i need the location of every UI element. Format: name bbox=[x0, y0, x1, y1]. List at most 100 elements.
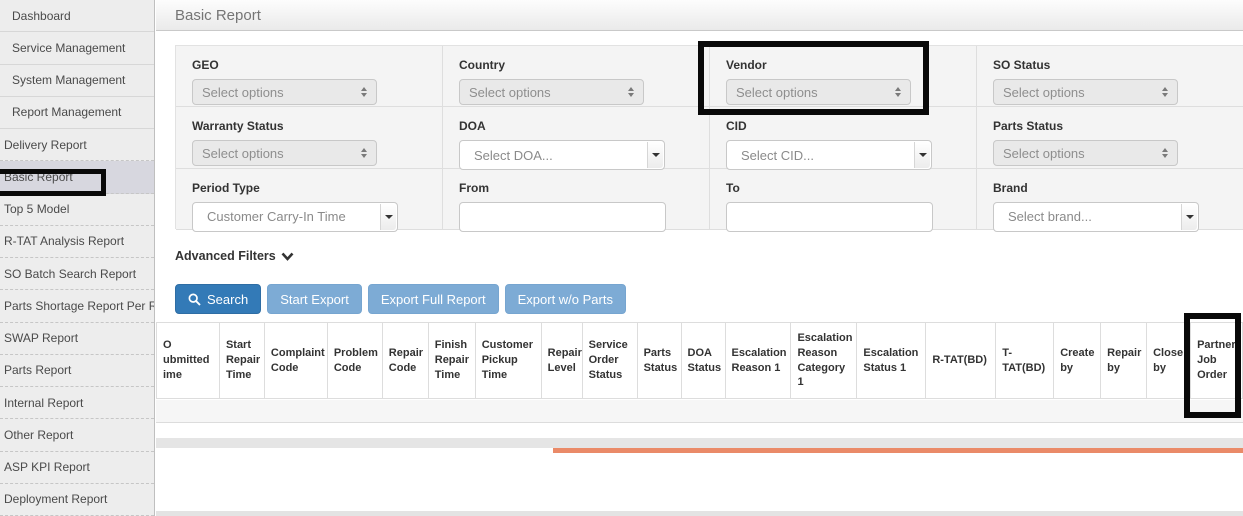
table-empty-row bbox=[156, 400, 1243, 423]
parts-status-multiselect[interactable]: Select options bbox=[993, 140, 1178, 166]
country-label: Country bbox=[459, 58, 709, 72]
horizontal-scrollbar-thumb[interactable] bbox=[553, 448, 1243, 453]
country-multiselect-value: Select options bbox=[469, 85, 551, 100]
updown-caret-icon bbox=[361, 87, 367, 97]
col-header-so-submitted-time[interactable]: O ubmitted ime bbox=[156, 323, 219, 398]
filter-cell-period-type: Period Type Customer Carry-In Time bbox=[176, 169, 443, 230]
export-wo-parts-button[interactable]: Export w/o Parts bbox=[505, 284, 626, 314]
sidebar-item-dashboard[interactable]: Dashboard bbox=[0, 0, 154, 32]
filter-cell-parts-status: Parts Status Select options bbox=[977, 107, 1243, 168]
chevron-down-icon bbox=[281, 252, 294, 261]
from-label: From bbox=[459, 181, 709, 195]
to-date-input[interactable] bbox=[726, 202, 933, 232]
so-status-multiselect-value: Select options bbox=[1003, 85, 1085, 100]
title-bar: Basic Report bbox=[156, 0, 1243, 31]
col-header-service-order-status[interactable]: Service Order Status bbox=[582, 323, 637, 398]
sidebar-item-report-management[interactable]: Report Management bbox=[0, 97, 154, 129]
sidebar-item-service-management[interactable]: Service Management bbox=[0, 32, 154, 64]
page-title: Basic Report bbox=[175, 7, 261, 24]
filter-cell-doa: DOA Select DOA... bbox=[443, 107, 710, 168]
col-header-r-tat-bd[interactable]: R-TAT(BD) bbox=[925, 323, 995, 398]
sidebar-item-parts-shortage-report[interactable]: Parts Shortage Report Per Repa bbox=[0, 290, 154, 322]
col-header-doa-status[interactable]: DOA Status bbox=[681, 323, 725, 398]
filter-cell-brand: Brand Select brand... bbox=[977, 169, 1243, 230]
export-full-report-label: Export Full Report bbox=[381, 292, 486, 307]
col-header-start-repair-time[interactable]: Start Repair Time bbox=[219, 323, 264, 398]
to-label: To bbox=[726, 181, 976, 195]
col-header-problem-code[interactable]: Problem Code bbox=[327, 323, 382, 398]
sidebar-item-parts-report[interactable]: Parts Report bbox=[0, 355, 154, 387]
horizontal-scrollbar-track[interactable] bbox=[156, 438, 1243, 448]
brand-select-value: Select brand... bbox=[1008, 209, 1092, 224]
cid-label: CID bbox=[726, 119, 976, 133]
dropdown-caret-icon bbox=[1181, 204, 1197, 230]
sidebar-item-deployment-report[interactable]: Deployment Report bbox=[0, 484, 154, 516]
so-status-label: SO Status bbox=[993, 58, 1243, 72]
col-header-repair-by[interactable]: Repair by bbox=[1100, 323, 1146, 398]
brand-select[interactable]: Select brand... bbox=[993, 202, 1199, 232]
toolbar: Search Start Export Export Full Report E… bbox=[175, 284, 626, 314]
advanced-filters-label: Advanced Filters bbox=[175, 249, 276, 263]
updown-caret-icon bbox=[1162, 148, 1168, 158]
sidebar-item-system-management[interactable]: System Management bbox=[0, 65, 154, 97]
warranty-status-label: Warranty Status bbox=[192, 119, 442, 133]
filter-cell-from: From bbox=[443, 169, 710, 230]
filter-cell-country: Country Select options bbox=[443, 46, 710, 107]
dropdown-caret-icon bbox=[380, 204, 396, 230]
so-status-multiselect[interactable]: Select options bbox=[993, 79, 1178, 105]
filter-cell-cid: CID Select CID... bbox=[710, 107, 977, 168]
search-button-label: Search bbox=[207, 292, 248, 307]
basic-report-page: Dashboard Service Management System Mana… bbox=[0, 0, 1243, 516]
col-header-repair-code[interactable]: Repair Code bbox=[382, 323, 428, 398]
annotation-rect-vendor bbox=[698, 41, 929, 115]
cid-select-value: Select CID... bbox=[741, 148, 814, 163]
geo-label: GEO bbox=[192, 58, 442, 72]
dropdown-caret-icon bbox=[914, 142, 930, 168]
cid-select[interactable]: Select CID... bbox=[726, 140, 932, 170]
geo-multiselect-value: Select options bbox=[202, 85, 284, 100]
col-header-finish-repair-time[interactable]: Finish Repair Time bbox=[428, 323, 475, 398]
sidebar-item-top-5-model[interactable]: Top 5 Model bbox=[0, 194, 154, 226]
sidebar: Dashboard Service Management System Mana… bbox=[0, 0, 155, 516]
parts-status-label: Parts Status bbox=[993, 119, 1243, 133]
col-header-parts-status[interactable]: Parts Status bbox=[637, 323, 681, 398]
export-full-report-button[interactable]: Export Full Report bbox=[368, 284, 499, 314]
country-multiselect[interactable]: Select options bbox=[459, 79, 644, 105]
search-button[interactable]: Search bbox=[175, 284, 261, 314]
from-date-input[interactable] bbox=[459, 202, 666, 232]
col-header-customer-pickup-time[interactable]: Customer Pickup Time bbox=[475, 323, 541, 398]
col-header-escalation-reason-category-1[interactable]: Escalation Reason Category 1 bbox=[790, 323, 856, 398]
sidebar-item-asp-kpi-report[interactable]: ASP KPI Report bbox=[0, 452, 154, 484]
col-header-complaint-code[interactable]: Complaint Code bbox=[264, 323, 327, 398]
brand-label: Brand bbox=[993, 181, 1243, 195]
sidebar-item-swap-report[interactable]: SWAP Report bbox=[0, 323, 154, 355]
sidebar-item-delivery-report[interactable]: Delivery Report bbox=[0, 129, 154, 161]
col-header-create-by[interactable]: Create by bbox=[1053, 323, 1100, 398]
col-header-escalation-reason-1[interactable]: Escalation Reason 1 bbox=[725, 323, 791, 398]
report-table-header: O ubmitted ime Start Repair Time Complai… bbox=[156, 322, 1243, 399]
filter-cell-to: To bbox=[710, 169, 977, 230]
sidebar-item-other-report[interactable]: Other Report bbox=[0, 419, 154, 451]
sidebar-item-rtat-analysis-report[interactable]: R-TAT Analysis Report bbox=[0, 226, 154, 258]
page-bottom-scrollbar[interactable] bbox=[156, 511, 1243, 516]
doa-label: DOA bbox=[459, 119, 709, 133]
col-header-escalation-status-1[interactable]: Escalation Status 1 bbox=[856, 323, 925, 398]
geo-multiselect[interactable]: Select options bbox=[192, 79, 377, 105]
start-export-label: Start Export bbox=[280, 292, 349, 307]
search-icon bbox=[188, 293, 201, 306]
dropdown-caret-icon bbox=[647, 142, 663, 168]
sidebar-item-so-batch-search-report[interactable]: SO Batch Search Report bbox=[0, 258, 154, 290]
warranty-status-multiselect[interactable]: Select options bbox=[192, 140, 377, 166]
start-export-button[interactable]: Start Export bbox=[267, 284, 362, 314]
sidebar-item-internal-report[interactable]: Internal Report bbox=[0, 387, 154, 419]
updown-caret-icon bbox=[361, 148, 367, 158]
annotation-rect-partner-job-order bbox=[1184, 313, 1241, 418]
period-type-select-value: Customer Carry-In Time bbox=[207, 209, 346, 224]
col-header-t-tat-bd[interactable]: T-TAT(BD) bbox=[995, 323, 1053, 398]
filter-cell-warranty-status: Warranty Status Select options bbox=[176, 107, 443, 168]
filter-cell-so-status: SO Status Select options bbox=[977, 46, 1243, 107]
doa-select[interactable]: Select DOA... bbox=[459, 140, 665, 170]
advanced-filters-toggle[interactable]: Advanced Filters bbox=[175, 249, 294, 263]
col-header-repair-level[interactable]: Repair Level bbox=[541, 323, 582, 398]
period-type-select[interactable]: Customer Carry-In Time bbox=[192, 202, 398, 232]
